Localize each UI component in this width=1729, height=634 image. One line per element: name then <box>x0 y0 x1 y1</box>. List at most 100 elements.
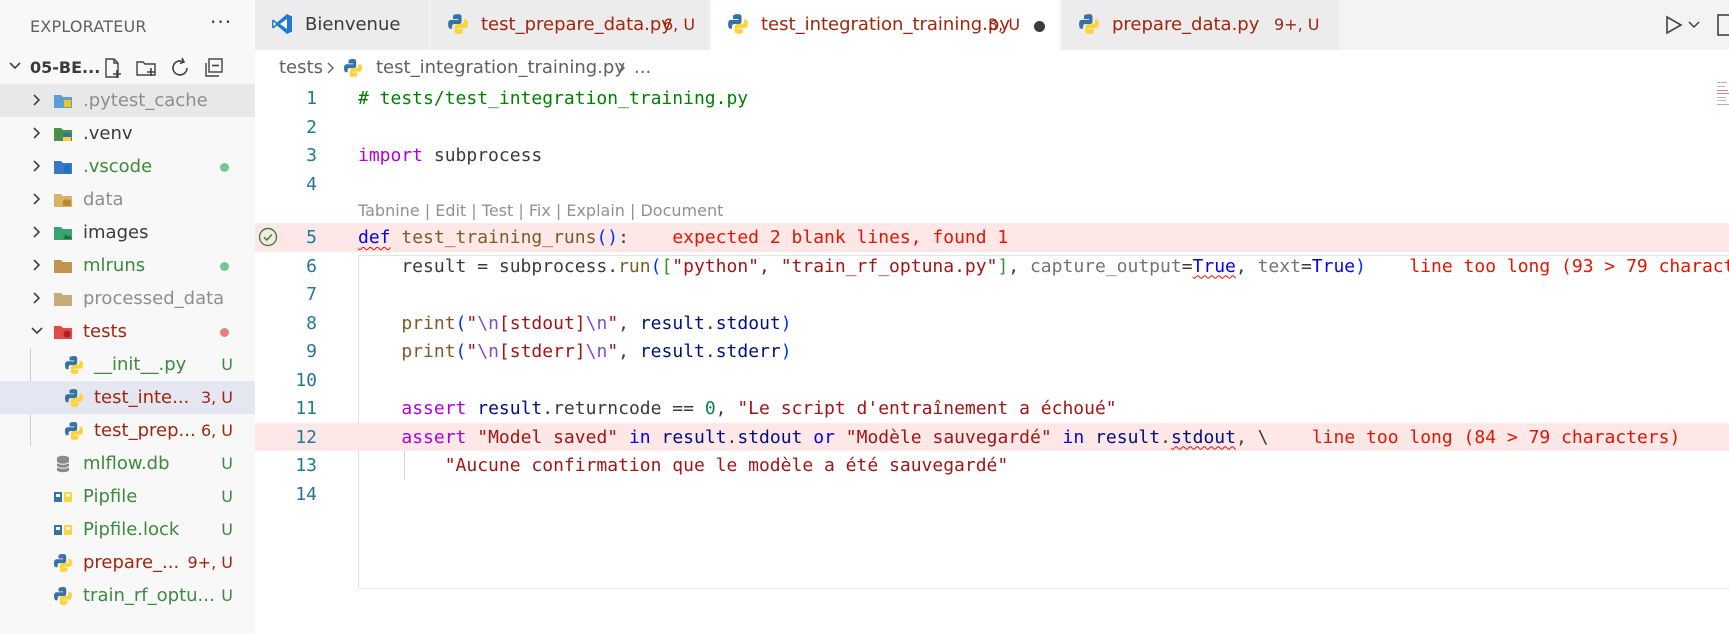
chevron-down-icon[interactable] <box>1688 20 1700 30</box>
tabnine-codelens[interactable]: Tabnine | Edit | Test | Fix | Explain | … <box>358 201 723 220</box>
chevron-right-icon <box>33 226 41 238</box>
chevron-right-icon <box>33 259 41 271</box>
folder-cache-icon <box>54 95 72 108</box>
code-line[interactable]: 8 print("\n[stdout]\n", result.stdout) <box>255 309 1729 338</box>
tree-item-label: images <box>83 222 149 243</box>
folder-images-icon <box>54 227 72 240</box>
pipfile-icon <box>54 492 72 502</box>
python-file-icon <box>344 59 362 77</box>
tree-item-mlruns[interactable]: mlruns <box>0 249 255 282</box>
tab-label: prepare_data.py <box>1112 14 1260 35</box>
tab-test-integration-training[interactable]: test_integration_training.py 3, U <box>711 0 1061 50</box>
code-text: print("\n[stdout]\n", result.stdout) <box>401 312 792 334</box>
tree-item-test-integration[interactable]: test_inte... 3, U <box>0 381 255 414</box>
problem-badge: 6, U <box>200 421 233 440</box>
code-line[interactable]: 7 <box>255 280 1729 309</box>
chevron-right-icon <box>33 292 41 304</box>
unsaved-dot-icon[interactable] <box>1034 21 1045 32</box>
tree-item-train-rf-optuna[interactable]: train_rf_optu... U <box>0 579 255 612</box>
tree-item-processed-data[interactable]: processed_data <box>0 282 255 315</box>
code-line[interactable]: 1 # tests/test_integration_training.py <box>255 84 1729 113</box>
folder-icon <box>54 293 72 306</box>
tree-item-label: prepare_... <box>83 552 180 573</box>
workspace-folder-header[interactable]: 05-BE... <box>0 54 255 82</box>
tree-item-vscode[interactable]: .vscode <box>0 150 255 183</box>
modified-dot-icon <box>220 262 229 271</box>
code-comment: # tests/test_integration_training.py <box>358 88 749 109</box>
tree-item-label: data <box>83 189 124 210</box>
code-line[interactable]: 14 <box>255 480 1729 509</box>
chevron-right-icon <box>33 160 41 172</box>
minimap[interactable] <box>1715 78 1729 118</box>
line-number: 6 <box>306 255 317 277</box>
explorer-sidebar: EXPLORATEUR ··· 05-BE... .pytest_cache .… <box>0 0 255 634</box>
code-editor[interactable]: 1 # tests/test_integration_training.py 2… <box>255 82 1729 634</box>
tree-item-venv[interactable]: .venv <box>0 117 255 150</box>
tree-item-pytest-cache[interactable]: .pytest_cache <box>0 84 255 117</box>
inline-diagnostic: expected 2 blank lines, found 1 <box>672 227 1009 248</box>
line-number: 4 <box>306 173 317 195</box>
code-line-error[interactable]: 5 def test_training_runs(): expected 2 b… <box>255 223 1729 252</box>
tree-item-mlflow-db[interactable]: mlflow.db U <box>0 447 255 480</box>
folder-python-icon <box>54 128 72 141</box>
code-line[interactable]: 13 "Aucune confirmation que le modèle a … <box>255 451 1729 480</box>
tree-item-data[interactable]: data <box>0 183 255 216</box>
chevron-right-icon <box>33 127 41 139</box>
code-line[interactable]: 4 <box>255 170 1729 199</box>
problem-badge: 9+, U <box>1274 15 1320 34</box>
chevron-down-icon <box>9 62 21 70</box>
folder-icon <box>54 260 72 273</box>
problem-badge: 3, U <box>200 388 233 407</box>
code-line-error[interactable]: 12 assert "Model saved" in result.stdout… <box>255 422 1729 451</box>
code-text: result = subprocess.run(["python", "trai… <box>358 256 1729 277</box>
tab-prepare-data[interactable]: prepare_data.py 9+, U <box>1062 0 1340 50</box>
collapse-all-icon[interactable] <box>202 56 226 80</box>
tree-item-test-prepare[interactable]: test_prep... 6, U <box>0 414 255 447</box>
editor-tab-bar: Bienvenue test_prepare_data.py 6, U test… <box>255 0 1729 50</box>
code-line[interactable]: 2 <box>255 113 1729 142</box>
code-line[interactable]: 9 print("\n[stderr]\n", result.stderr) <box>255 337 1729 366</box>
tree-item-tests[interactable]: tests <box>0 315 255 348</box>
explorer-title: EXPLORATEUR <box>30 17 147 36</box>
pipfile-icon <box>54 525 72 535</box>
line-number: 2 <box>306 116 317 138</box>
python-file-icon <box>65 422 83 440</box>
inline-diagnostic: line too long (93 > 79 characters) <box>1409 255 1729 277</box>
git-status-badge: U <box>221 454 233 473</box>
python-file-icon <box>448 14 468 34</box>
tree-item-images[interactable]: images <box>0 216 255 249</box>
tree-item-prepare-data[interactable]: prepare_... 9+, U <box>0 546 255 579</box>
modified-dot-icon <box>220 163 229 172</box>
breadcrumb-symbol[interactable]: ... <box>634 57 651 78</box>
python-file-icon <box>728 14 748 34</box>
code-line[interactable]: 6 result = subprocess.run(["python", "tr… <box>255 252 1729 281</box>
tab-bienvenue[interactable]: Bienvenue <box>255 0 430 50</box>
new-folder-icon[interactable] <box>134 56 158 80</box>
tab-test-prepare-data[interactable]: test_prepare_data.py 6, U <box>431 0 710 50</box>
refresh-icon[interactable] <box>168 56 192 80</box>
run-python-file-icon[interactable] <box>1665 15 1683 35</box>
code-line[interactable]: 11 assert result.returncode == 0, "Le sc… <box>255 394 1729 423</box>
code-text: "Aucune confirmation que le modèle a été… <box>444 455 1009 476</box>
tree-item-label: Pipfile <box>83 486 138 507</box>
code-text: assert "Model saved" in result.stdout or… <box>401 426 1681 448</box>
tree-item-label: __init__.py <box>94 354 187 375</box>
code-line[interactable]: 10 <box>255 366 1729 395</box>
line-number: 12 <box>295 426 317 448</box>
code-text: print("\n[stderr]\n", result.stderr) <box>401 341 792 362</box>
line-number: 9 <box>306 341 317 362</box>
breadcrumb-file[interactable]: test_integration_training.py <box>376 57 625 78</box>
tab-label: test_integration_training.py <box>761 14 1010 35</box>
tree-item-pipfile-lock[interactable]: Pipfile.lock U <box>0 513 255 546</box>
more-actions-icon[interactable]: ··· <box>210 10 232 34</box>
line-number: 11 <box>295 398 317 419</box>
tree-item-init-py[interactable]: __init__.py U <box>0 348 255 381</box>
breadcrumb-folder[interactable]: tests <box>279 57 323 78</box>
split-editor-icon[interactable] <box>1716 14 1729 36</box>
code-line[interactable]: 3 import subprocess <box>255 141 1729 170</box>
new-file-icon[interactable] <box>100 56 124 80</box>
tree-item-label: processed_data <box>83 288 225 309</box>
line-number: 14 <box>295 483 317 505</box>
tree-item-pipfile[interactable]: Pipfile U <box>0 480 255 513</box>
chevron-right-icon <box>327 62 334 74</box>
